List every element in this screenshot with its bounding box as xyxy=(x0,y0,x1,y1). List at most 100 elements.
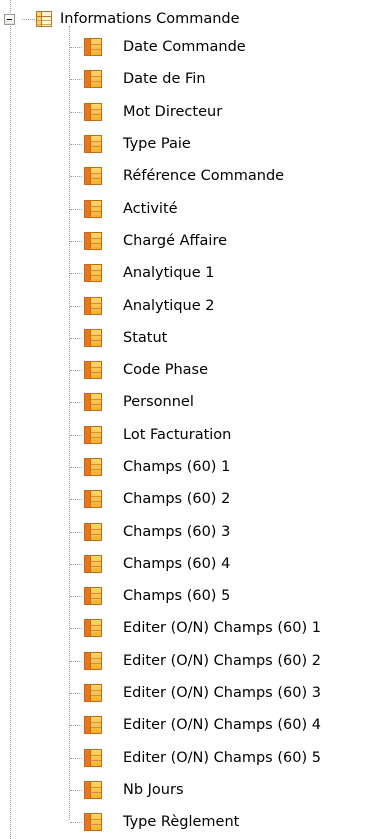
tree-node-label: Champs (60) 5 xyxy=(123,588,231,605)
field-icon xyxy=(84,780,102,799)
tree-node-label: Editer (O/N) Champs (60) 4 xyxy=(123,717,321,734)
tree-node-field[interactable]: Type Paie xyxy=(0,128,383,160)
tree-node-field[interactable]: Analytique 1 xyxy=(0,257,383,289)
tree-connector-line xyxy=(70,305,82,307)
field-icon xyxy=(84,70,102,89)
tree-node-label: Editer (O/N) Champs (60) 3 xyxy=(123,685,321,702)
field-icon xyxy=(84,619,102,638)
tree-node-field[interactable]: Champs (60) 4 xyxy=(0,548,383,580)
tree-node-label: Type Paie xyxy=(123,136,191,153)
tree-node-informations-commande[interactable]: Informations Commande xyxy=(36,8,240,30)
tree-node-label: Date de Fin xyxy=(123,71,206,88)
field-icon xyxy=(84,458,102,476)
tree-node-label: Champs (60) 4 xyxy=(123,555,231,572)
tree-node-label: Chargé Affaire xyxy=(123,232,228,249)
tree-node-field[interactable]: Personnel xyxy=(0,386,383,418)
tree-node-label: Informations Commande xyxy=(60,11,240,27)
tree-node-field[interactable]: Editer (O/N) Champs (60) 4 xyxy=(0,709,383,741)
tree-node-field[interactable]: Champs (60) 1 xyxy=(0,451,383,483)
tree-node-label: Champs (60) 2 xyxy=(123,491,231,508)
tree-node-field[interactable]: Date de Fin xyxy=(0,63,383,95)
tree-connector-line xyxy=(22,19,35,20)
field-icon xyxy=(84,716,102,735)
tree-connector-line xyxy=(70,337,82,339)
field-icon xyxy=(84,748,102,767)
tree-connector-line xyxy=(70,176,82,178)
tree-node-label: Editer (O/N) Champs (60) 1 xyxy=(123,620,321,637)
tree-connector-line xyxy=(70,434,82,436)
tree-connector-line xyxy=(70,208,82,210)
tree-node-field[interactable]: Editer (O/N) Champs (60) 1 xyxy=(0,612,383,644)
tree-node-label: Mot Directeur xyxy=(123,103,223,120)
field-icon xyxy=(84,554,102,573)
field-icon xyxy=(84,296,102,315)
tree-node-field[interactable]: Champs (60) 3 xyxy=(0,515,383,547)
tree-node-label: Lot Facturation xyxy=(123,426,232,443)
field-icon xyxy=(84,167,102,186)
tree-node-label: Personnel xyxy=(123,394,194,411)
tree-connector-line xyxy=(70,79,82,81)
tree-node-field[interactable]: Code Phase xyxy=(0,354,383,386)
tree-connector-line xyxy=(70,111,82,113)
field-icon xyxy=(84,264,102,283)
tree-node-label: Type Règlement xyxy=(123,814,240,831)
tree-node-field[interactable]: Champs (60) 5 xyxy=(0,580,383,612)
tree-connector-line xyxy=(70,240,82,242)
tree-connector-line xyxy=(70,660,82,662)
tree-connector-line xyxy=(70,467,82,468)
tree-node-label: Activité xyxy=(123,200,178,217)
tree-node-field[interactable]: Lot Facturation xyxy=(0,419,383,451)
tree-connector-line xyxy=(70,725,82,727)
tree-node-label: Editer (O/N) Champs (60) 5 xyxy=(123,749,321,766)
collapse-toggle-icon[interactable] xyxy=(4,14,15,25)
tree-node-field[interactable]: Editer (O/N) Champs (60) 5 xyxy=(0,742,383,774)
tree-node-field[interactable]: Editer (O/N) Champs (60) 2 xyxy=(0,645,383,677)
field-icon xyxy=(84,587,102,606)
tree-node-label: Editer (O/N) Champs (60) 2 xyxy=(123,652,321,669)
tree-node-label: Code Phase xyxy=(123,362,209,379)
field-icon xyxy=(84,328,102,347)
tree-connector-line xyxy=(70,273,82,275)
field-icon xyxy=(84,38,102,57)
tree-node-field[interactable]: Champs (60) 2 xyxy=(0,483,383,515)
field-icon xyxy=(84,684,102,703)
tree-node-field[interactable]: Chargé Affaire xyxy=(0,225,383,257)
tree-node-label: Analytique 2 xyxy=(123,297,215,314)
tree-node-label: Champs (60) 3 xyxy=(123,523,231,540)
tree-connector-line xyxy=(70,596,82,598)
tree-connector-line xyxy=(70,47,82,49)
field-icon xyxy=(84,813,102,832)
field-icon xyxy=(84,425,102,444)
tree-connector-line xyxy=(70,563,82,565)
tree-node-label: Champs (60) 1 xyxy=(123,459,231,475)
tree-connector-line xyxy=(70,531,82,533)
tree-node-field[interactable]: Statut xyxy=(0,322,383,354)
tree-node-field[interactable]: Mot Directeur xyxy=(0,96,383,128)
tree-connector-line xyxy=(70,144,82,146)
tree-node-field[interactable]: Editer (O/N) Champs (60) 3 xyxy=(0,677,383,709)
tree-connector-line xyxy=(70,693,82,695)
tree-node-field[interactable]: Activité xyxy=(0,192,383,224)
field-icon xyxy=(84,135,102,154)
tree-node-field[interactable]: Analytique 2 xyxy=(0,289,383,321)
tree-connector-line xyxy=(70,402,82,404)
tree-node-field[interactable]: Date Commande xyxy=(0,31,383,63)
tree-node-label: Date Commande xyxy=(123,39,246,56)
tree-connector-line xyxy=(70,499,82,501)
tree-node-label: Statut xyxy=(123,329,168,346)
tree-node-field[interactable]: Référence Commande xyxy=(0,160,383,192)
tree-node-label: Nb Jours xyxy=(123,781,184,798)
tree-connector-line xyxy=(70,789,82,791)
tree-node-field[interactable]: Nb Jours xyxy=(0,774,383,806)
tree-connector-line xyxy=(70,822,82,824)
field-icon xyxy=(84,490,102,509)
tree-connector-line xyxy=(70,370,82,372)
field-icon xyxy=(84,361,102,380)
tree-node-label: Référence Commande xyxy=(123,168,285,185)
field-icon xyxy=(84,651,102,670)
field-icon xyxy=(84,522,102,541)
field-icon xyxy=(84,102,102,121)
tree-node-field[interactable]: Type Règlement xyxy=(0,806,383,838)
field-icon xyxy=(84,393,102,412)
tree-connector-line xyxy=(70,628,82,630)
